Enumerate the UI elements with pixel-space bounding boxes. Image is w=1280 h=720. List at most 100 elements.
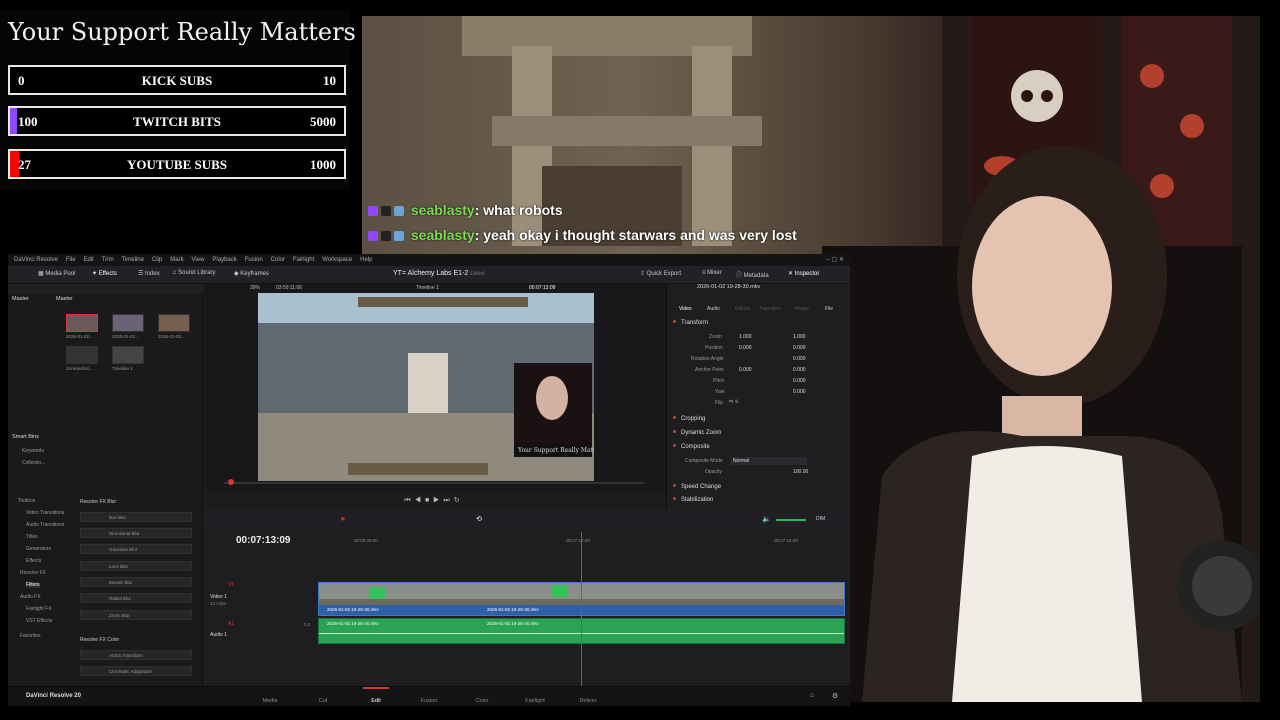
tab-transition[interactable]: Transition [759, 306, 781, 312]
composite-mode-select[interactable]: Normal [731, 457, 807, 465]
page-color[interactable]: Color [475, 698, 488, 704]
menu-playback[interactable]: Playback [212, 254, 236, 266]
fx-directional-blur[interactable]: Directional Blur [80, 528, 192, 538]
effects-button[interactable]: ✦ Effects [92, 270, 117, 277]
fx-tree-fairlight-fx[interactable]: Fairlight FX [26, 606, 52, 612]
fx-chromatic-adaptation[interactable]: Chromatic Adaptation [80, 666, 192, 676]
tab-audio[interactable]: Audio [707, 306, 720, 312]
opacity-field[interactable]: 100.00 [793, 469, 808, 475]
fx-tree-audio-fx[interactable]: Audio FX [20, 594, 41, 600]
viewer-scrubber[interactable] [224, 482, 644, 484]
keyframes-button[interactable]: ◆ Keyframes [234, 270, 269, 277]
scrubber-playhead[interactable] [228, 479, 234, 485]
fx-tree-effects[interactable]: Effects [26, 558, 41, 564]
page-media[interactable]: Media [263, 698, 278, 704]
tab-image[interactable]: Image [795, 306, 809, 312]
bin-master[interactable]: Master [12, 296, 29, 302]
menu-app[interactable]: DaVinci Resolve [14, 254, 58, 266]
page-fairlight[interactable]: Fairlight [525, 698, 545, 704]
zoom-y-field[interactable]: 1.000 [793, 334, 806, 340]
a1-track-label[interactable]: A1 [228, 621, 234, 627]
fx-tree-generators[interactable]: Generators [26, 546, 51, 552]
menu-timeline[interactable]: Timeline [122, 254, 144, 266]
position-x-field[interactable]: 0.000 [739, 345, 752, 351]
fx-zoom-blur[interactable]: Zoom Blur [80, 610, 192, 620]
position-y-field[interactable]: 0.000 [793, 345, 806, 351]
menu-color[interactable]: Color [271, 254, 285, 266]
zoom-x-field[interactable]: 1.000 [739, 334, 752, 340]
index-button[interactable]: ☰ Index [138, 270, 160, 277]
fx-tree-titles[interactable]: Titles [26, 534, 38, 540]
anchor-y-field[interactable]: 0.000 [793, 367, 806, 373]
fx-lens-blur[interactable]: Lens Blur [80, 561, 192, 571]
quick-export-button[interactable]: ⇪ Quick Export [640, 270, 681, 277]
menu-file[interactable]: File [66, 254, 76, 266]
menu-fairlight[interactable]: Fairlight [293, 254, 314, 266]
fx-tree-resolve-fx[interactable]: Resolve FX [20, 570, 46, 576]
selection-tool-icon[interactable]: ➤ [340, 515, 346, 523]
clip-thumbnail[interactable] [112, 314, 144, 332]
section-composite[interactable]: Composite [673, 444, 710, 450]
fx-aces-transform[interactable]: ACES Transform [80, 650, 192, 660]
menu-fusion[interactable]: Fusion [245, 254, 263, 266]
tab-effects[interactable]: Effects [735, 306, 750, 312]
section-transform[interactable]: Transform [673, 320, 708, 326]
fx-tree-favorites[interactable]: Favorites [20, 633, 41, 639]
flip-buttons-icon[interactable]: ⇆ ⇅ [729, 399, 739, 405]
fx-tree-video-transitions[interactable]: Video Transitions [26, 510, 64, 516]
pitch-field[interactable]: 0.000 [793, 378, 806, 384]
transport-controls-icon[interactable]: ⏮◀■▶⏭↻ [384, 496, 484, 506]
fx-mosaic-blur[interactable]: Mosaic Blur [80, 577, 192, 587]
smart-bin-keywords[interactable]: Keywords [22, 448, 44, 454]
page-cut[interactable]: Cut [319, 698, 328, 704]
fx-tree-toolbox[interactable]: Toolbox [18, 498, 35, 504]
metadata-button[interactable]: ⓘ Metadata [736, 270, 769, 279]
v1-track-label[interactable]: V1 [228, 582, 234, 588]
anchor-x-field[interactable]: 0.000 [739, 367, 752, 373]
speaker-icon[interactable]: 🔈 [762, 515, 771, 523]
tab-file[interactable]: File [825, 306, 833, 312]
tab-video[interactable]: Video [679, 306, 692, 312]
dim-button[interactable]: DIM [816, 516, 825, 522]
inspector-button[interactable]: ✕ Inspector [788, 270, 819, 277]
page-edit[interactable]: Edit [371, 698, 380, 704]
fx-gaussian-blur[interactable]: Gaussian Blur [80, 544, 192, 554]
snap-icon[interactable]: ⟲ [476, 515, 482, 523]
menu-trim[interactable]: Trim [102, 254, 114, 266]
viewer-zoom[interactable]: 39% [250, 285, 260, 291]
menu-workspace[interactable]: Workspace [322, 254, 352, 266]
timeline-thumbnail[interactable] [112, 346, 144, 364]
fx-box-blur[interactable]: Box Blur [80, 512, 192, 522]
fx-tree-vst-effects[interactable]: VST Effects [26, 618, 52, 624]
menu-edit[interactable]: Edit [84, 254, 94, 266]
sound-library-button[interactable]: ♫ Sound Library [172, 270, 216, 276]
mixer-button[interactable]: ≡ Mixer [702, 270, 722, 276]
menu-mark[interactable]: Mark [170, 254, 183, 266]
timeline-playhead[interactable] [581, 532, 582, 686]
fx-tree-filters[interactable]: Filters [26, 582, 40, 588]
section-speed-change[interactable]: Speed Change [673, 484, 721, 490]
section-dynamic-zoom[interactable]: Dynamic Zoom [673, 430, 721, 436]
smart-bin-collections[interactable]: Collectio... [22, 460, 45, 466]
page-deliver[interactable]: Deliver [579, 698, 596, 704]
home-icon[interactable]: ⌂ [810, 692, 814, 699]
clip-thumbnail[interactable] [66, 314, 98, 332]
fx-tree-audio-transitions[interactable]: Audio Transitions [26, 522, 64, 528]
menu-view[interactable]: View [192, 254, 205, 266]
fx-radial-blur[interactable]: Radial Blur [80, 593, 192, 603]
menu-clip[interactable]: Clip [152, 254, 162, 266]
yaw-field[interactable]: 0.000 [793, 389, 806, 395]
page-fusion[interactable]: Fusion [421, 698, 438, 704]
clip-thumbnail[interactable] [158, 314, 190, 332]
volume-slider[interactable] [776, 519, 806, 521]
viewer-timeline-name[interactable]: Timeline 1 [416, 285, 439, 291]
settings-gear-icon[interactable]: ⚙ [832, 692, 838, 700]
section-cropping[interactable]: Cropping [673, 416, 705, 422]
window-controls-icon[interactable]: – ▢ ✕ [827, 254, 844, 266]
menu-help[interactable]: Help [360, 254, 372, 266]
section-stabilization[interactable]: Stabilization [673, 497, 713, 503]
clip-thumbnail[interactable] [66, 346, 98, 364]
bin-master-sub[interactable]: Master [56, 296, 73, 302]
media-pool-button[interactable]: ▦ Media Pool [38, 270, 75, 277]
rotation-field[interactable]: 0.000 [793, 356, 806, 362]
